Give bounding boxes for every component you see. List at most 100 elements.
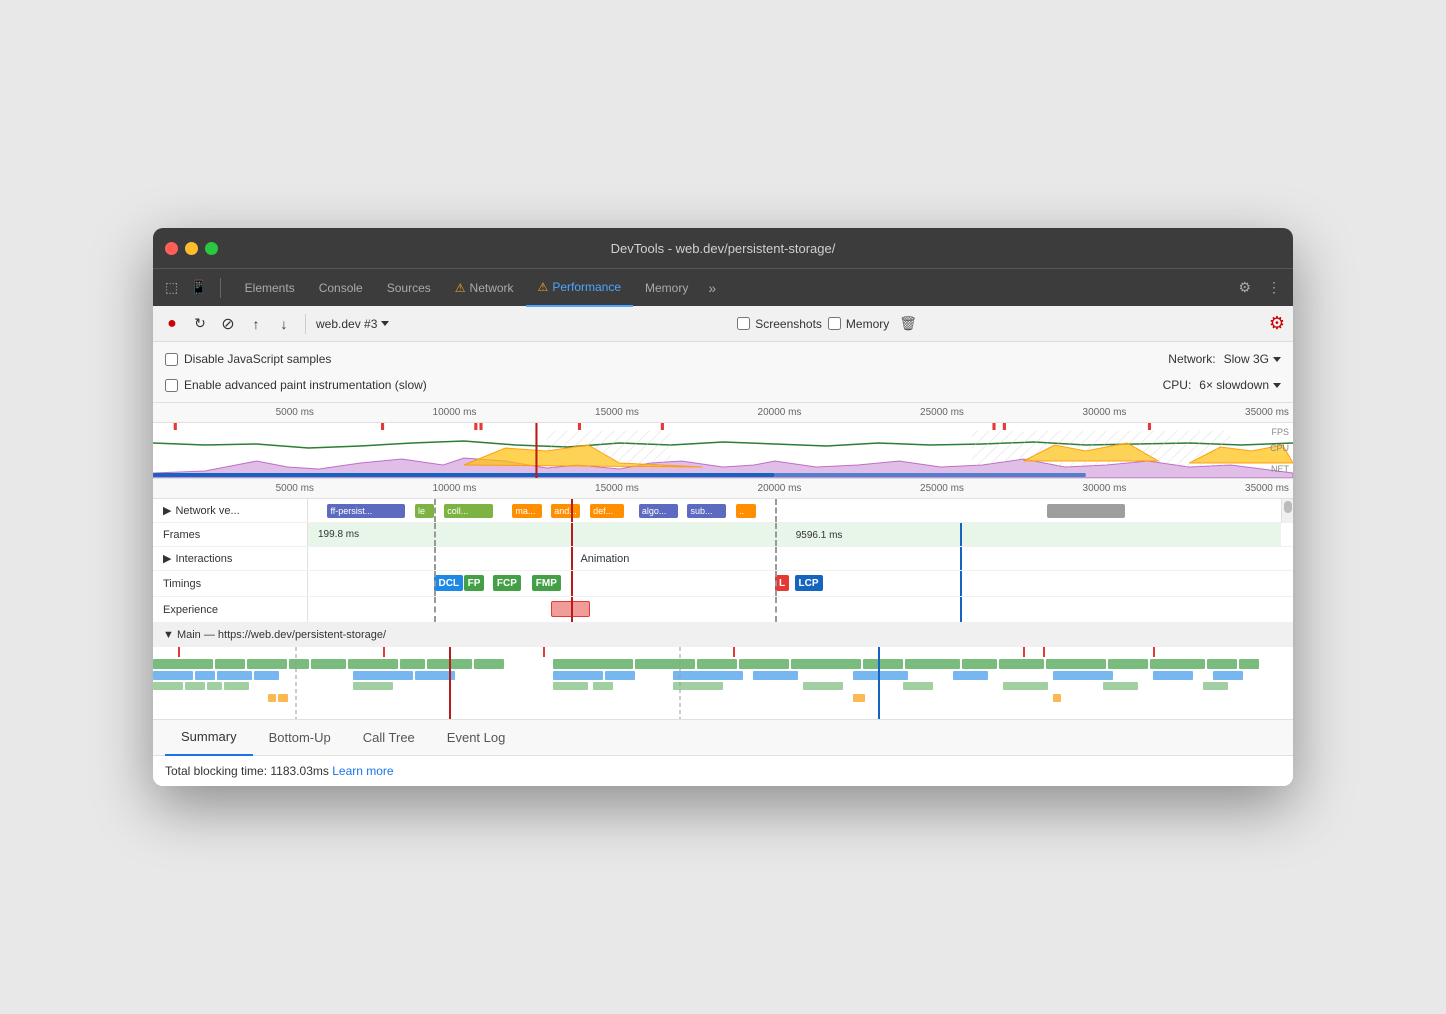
net-item[interactable]: ma... (512, 504, 541, 518)
learn-more-link[interactable]: Learn more (332, 764, 393, 778)
toolbar-divider (220, 278, 221, 298)
network-dropdown-arrow (1273, 357, 1281, 362)
net-label: NET (1271, 464, 1289, 474)
main-tabs: Elements Console Sources ⚠ Network ⚠ Per… (233, 269, 1235, 307)
dashed-line-int-2 (775, 547, 777, 570)
net-item[interactable]: coll... (444, 504, 493, 518)
advanced-paint-label: Enable advanced paint instrumentation (s… (184, 378, 427, 392)
flame-area: ▶ Network ve... ff-persist... le coll...… (153, 499, 1293, 719)
interactions-row-content[interactable]: Animation (308, 547, 1281, 570)
timings-row-content[interactable]: DCL FP FCP FMP L LCP (308, 571, 1281, 596)
screenshots-checkbox[interactable] (737, 317, 750, 330)
minimize-button[interactable] (185, 242, 198, 255)
fps-label: FPS (1271, 427, 1289, 437)
tab-bar-right: ⚙ ⋮ (1234, 275, 1285, 300)
timing-dcl[interactable]: DCL (434, 575, 463, 591)
scrollbar-thumb[interactable] (1284, 501, 1292, 513)
dashed-line-tim-1 (434, 571, 436, 596)
maximize-button[interactable] (205, 242, 218, 255)
trash-button[interactable]: 🗑 (895, 313, 921, 334)
performance-warn-icon: ⚠ (538, 280, 549, 294)
btab-summary[interactable]: Summary (165, 720, 253, 756)
record-button[interactable]: ● (161, 313, 183, 335)
timing-lcp[interactable]: LCP (795, 575, 823, 591)
dashed-line-frames-1 (434, 523, 436, 546)
network-dropdown[interactable]: Slow 3G (1224, 352, 1281, 366)
reload-button[interactable]: ↻ (189, 313, 211, 335)
blue-line-timings (960, 571, 962, 596)
toolbar-icons: ⬚ 📱 (161, 275, 225, 300)
time-marks-2: 5000 ms 10000 ms 15000 ms 20000 ms 25000… (157, 483, 1289, 494)
clear-button[interactable]: ⊘ (217, 313, 239, 335)
fps-cpu-chart: FPS CPU NET (153, 423, 1293, 478)
frames-row-content[interactable]: 199.8 ms 9596.1 ms (308, 523, 1281, 546)
settings-icon[interactable]: ⚙ (1234, 275, 1255, 300)
net-item[interactable]: ff-persist... (327, 504, 405, 518)
overview-chart-svg (153, 423, 1293, 478)
timing-fp[interactable]: FP (464, 575, 485, 591)
profile-dropdown-arrow (381, 321, 389, 326)
time-marks-1: 5000 ms 10000 ms 15000 ms 20000 ms 25000… (157, 407, 1289, 418)
network-row-label: ▶ Network ve... (153, 499, 308, 522)
profile-label: web.dev #3 (316, 317, 377, 331)
tab-network[interactable]: ⚠ Network (443, 269, 526, 307)
network-flame-row: ▶ Network ve... ff-persist... le coll...… (153, 499, 1293, 523)
timings-label: Timings (163, 578, 201, 590)
net-item[interactable]: and... (551, 504, 580, 518)
tab-console[interactable]: Console (307, 269, 375, 307)
performance-settings-icon[interactable]: ⚙ (1269, 313, 1285, 334)
red-line-timings (571, 571, 573, 596)
options-bar: Disable JavaScript samples Network: Slow… (153, 342, 1293, 403)
timing-l[interactable]: L (775, 575, 789, 591)
screenshots-check[interactable]: Screenshots (737, 317, 822, 331)
net-item[interactable]: algo... (639, 504, 678, 518)
timing-fcp[interactable]: FCP (493, 575, 521, 591)
memory-checkbox[interactable] (828, 317, 841, 330)
net-item[interactable]: .. (736, 504, 755, 518)
tab-performance[interactable]: ⚠ Performance (526, 269, 633, 307)
experience-row-content[interactable] (308, 597, 1281, 622)
main-section-label: ▼ Main — https://web.dev/persistent-stor… (153, 629, 396, 641)
memory-check[interactable]: Memory (828, 317, 889, 331)
advanced-paint-checkbox[interactable] (165, 379, 178, 392)
advanced-paint-check[interactable]: Enable advanced paint instrumentation (s… (165, 378, 427, 392)
net-item[interactable] (1047, 504, 1125, 518)
more-options-icon[interactable]: ⋮ (1263, 275, 1285, 300)
interactions-row-label: ▶ Interactions (153, 547, 308, 570)
disable-js-check[interactable]: Disable JavaScript samples (165, 352, 331, 366)
tab-memory[interactable]: Memory (633, 269, 700, 307)
close-button[interactable] (165, 242, 178, 255)
network-warn-icon: ⚠ (455, 281, 466, 295)
main-flame-chart[interactable] (153, 647, 1293, 719)
overview-area[interactable]: 5000 ms 10000 ms 15000 ms 20000 ms 25000… (153, 403, 1293, 479)
btab-eventlog[interactable]: Event Log (431, 720, 522, 756)
download-button[interactable]: ↓ (273, 313, 295, 335)
timings-flame-row: Timings DCL FP FCP FMP L LCP (153, 571, 1293, 597)
btab-calltree[interactable]: Call Tree (347, 720, 431, 756)
network-row-content[interactable]: ff-persist... le coll... ma... and... de… (308, 499, 1281, 522)
options-row-2: Enable advanced paint instrumentation (s… (165, 372, 1281, 398)
device-icon[interactable]: 📱 (186, 275, 211, 300)
net-item[interactable]: sub... (687, 504, 726, 518)
frames-val-1: 199.8 ms (314, 529, 363, 540)
scrollbar-stub[interactable] (1281, 499, 1293, 523)
animation-label: Animation (580, 553, 629, 565)
upload-button[interactable]: ↑ (245, 313, 267, 335)
network-value: Slow 3G (1224, 352, 1269, 366)
inspect-icon[interactable]: ⬚ (161, 275, 182, 300)
red-vertical-line (571, 499, 573, 522)
blue-line-frames (960, 523, 962, 546)
profile-selector[interactable]: web.dev #3 (316, 317, 389, 331)
timing-fmp[interactable]: FMP (532, 575, 561, 591)
cpu-dropdown[interactable]: 6× slowdown (1199, 378, 1281, 392)
tab-sources[interactable]: Sources (375, 269, 443, 307)
title-bar: DevTools - web.dev/persistent-storage/ (153, 228, 1293, 268)
more-tabs-button[interactable]: » (700, 276, 724, 300)
net-item[interactable]: le (415, 504, 434, 518)
net-item[interactable]: def... (590, 504, 624, 518)
cpu-option-label: CPU: (1163, 378, 1192, 392)
disable-js-checkbox[interactable] (165, 353, 178, 366)
btab-bottomup[interactable]: Bottom-Up (253, 720, 347, 756)
tab-elements[interactable]: Elements (233, 269, 307, 307)
dashed-line-frames-2 (775, 523, 777, 546)
